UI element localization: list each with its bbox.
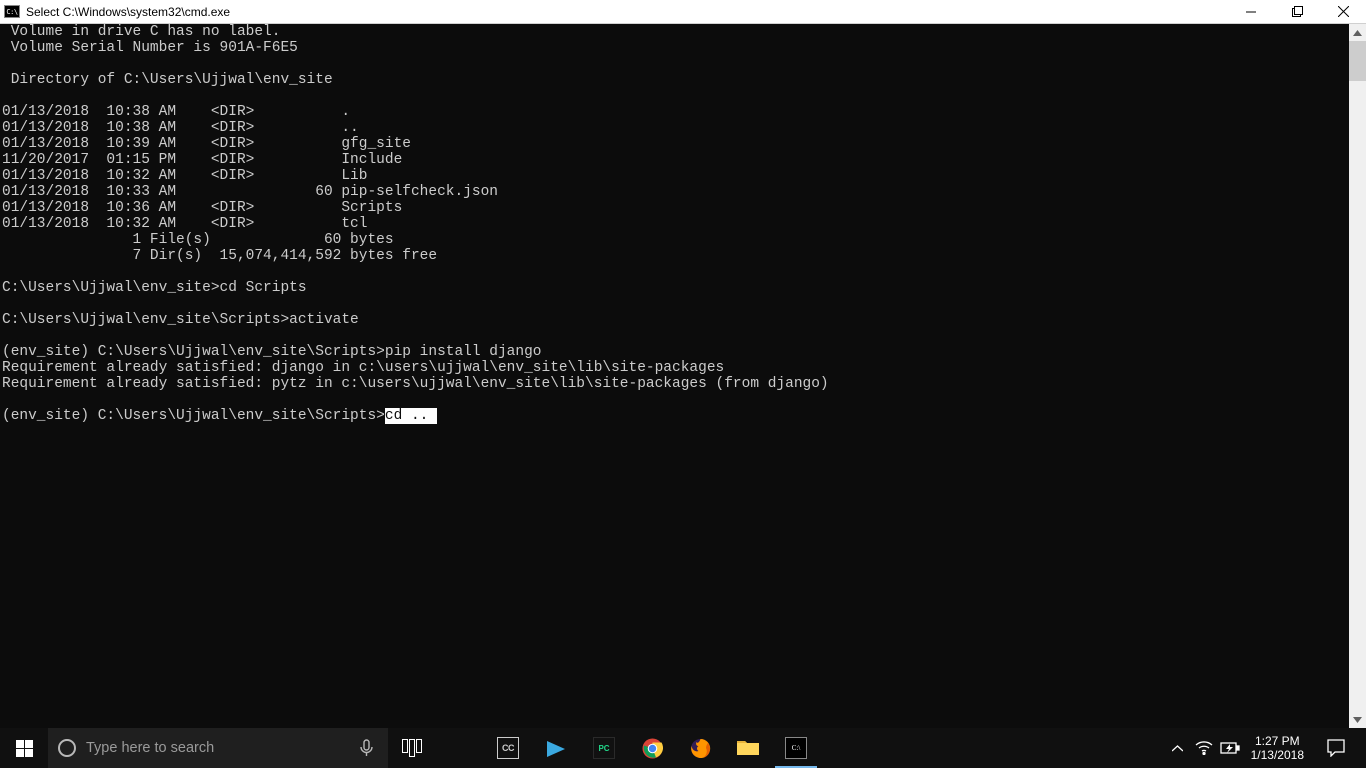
task-view-icon xyxy=(402,739,422,757)
chrome-icon xyxy=(642,738,663,759)
window-controls xyxy=(1228,0,1366,23)
chevron-up-icon xyxy=(1172,745,1183,752)
notification-icon xyxy=(1327,739,1345,757)
maximize-button[interactable] xyxy=(1274,0,1320,23)
taskbar-right: 1:27 PM 1/13/2018 xyxy=(1165,728,1366,768)
taskbar-app-store[interactable] xyxy=(436,728,484,768)
title-left: C:\ Select C:\Windows\system32\cmd.exe xyxy=(0,5,230,19)
mic-icon xyxy=(360,739,373,757)
terminal-selection: cd .. xyxy=(385,408,429,424)
action-center-button[interactable] xyxy=(1312,739,1360,757)
taskbar-app-pycharm[interactable]: PC xyxy=(580,728,628,768)
pycharm-icon: PC xyxy=(593,737,615,759)
tray-clock[interactable]: 1:27 PM 1/13/2018 xyxy=(1243,734,1312,762)
vertical-scrollbar[interactable] xyxy=(1349,24,1366,728)
tray-overflow-button[interactable] xyxy=(1165,728,1191,768)
taskbar: Type here to search CC PC xyxy=(0,728,1366,768)
close-button[interactable] xyxy=(1320,0,1366,23)
mic-button[interactable] xyxy=(344,739,388,757)
cc-icon: CC xyxy=(497,737,519,759)
window-title: Select C:\Windows\system32\cmd.exe xyxy=(26,5,230,19)
terminal-container: Volume in drive C has no label. Volume S… xyxy=(0,24,1366,728)
terminal-cursor xyxy=(428,408,437,424)
minimize-button[interactable] xyxy=(1228,0,1274,23)
battery-icon xyxy=(1220,742,1240,754)
scroll-down-button[interactable] xyxy=(1349,711,1366,728)
taskbar-app-chrome[interactable] xyxy=(628,728,676,768)
cortana-icon xyxy=(58,739,76,757)
quickshare-icon xyxy=(545,737,567,759)
windows-icon xyxy=(16,740,33,757)
taskbar-app-cc[interactable]: CC xyxy=(484,728,532,768)
firefox-icon xyxy=(690,738,711,759)
folder-icon xyxy=(737,739,759,757)
taskbar-app-firefox[interactable] xyxy=(676,728,724,768)
taskbar-app-quickshare[interactable] xyxy=(532,728,580,768)
taskbar-app-explorer[interactable] xyxy=(724,728,772,768)
cmd-taskbar-icon: C:\ xyxy=(785,737,807,759)
terminal-output[interactable]: Volume in drive C has no label. Volume S… xyxy=(0,24,1349,728)
taskbar-app-cmd[interactable]: C:\ xyxy=(772,728,820,768)
clock-time: 1:27 PM xyxy=(1255,734,1300,748)
scroll-thumb[interactable] xyxy=(1349,41,1366,81)
scroll-up-button[interactable] xyxy=(1349,24,1366,41)
clock-date: 1/13/2018 xyxy=(1251,748,1304,762)
window-titlebar: C:\ Select C:\Windows\system32\cmd.exe xyxy=(0,0,1366,24)
taskbar-left: Type here to search CC PC xyxy=(0,728,820,768)
task-view-button[interactable] xyxy=(388,728,436,768)
cmd-icon: C:\ xyxy=(4,5,20,18)
search-box[interactable]: Type here to search xyxy=(48,728,388,768)
tray-wifi[interactable] xyxy=(1191,728,1217,768)
search-placeholder: Type here to search xyxy=(86,740,214,756)
store-icon xyxy=(449,737,471,759)
tray-battery[interactable] xyxy=(1217,728,1243,768)
wifi-icon xyxy=(1195,741,1213,755)
start-button[interactable] xyxy=(0,728,48,768)
